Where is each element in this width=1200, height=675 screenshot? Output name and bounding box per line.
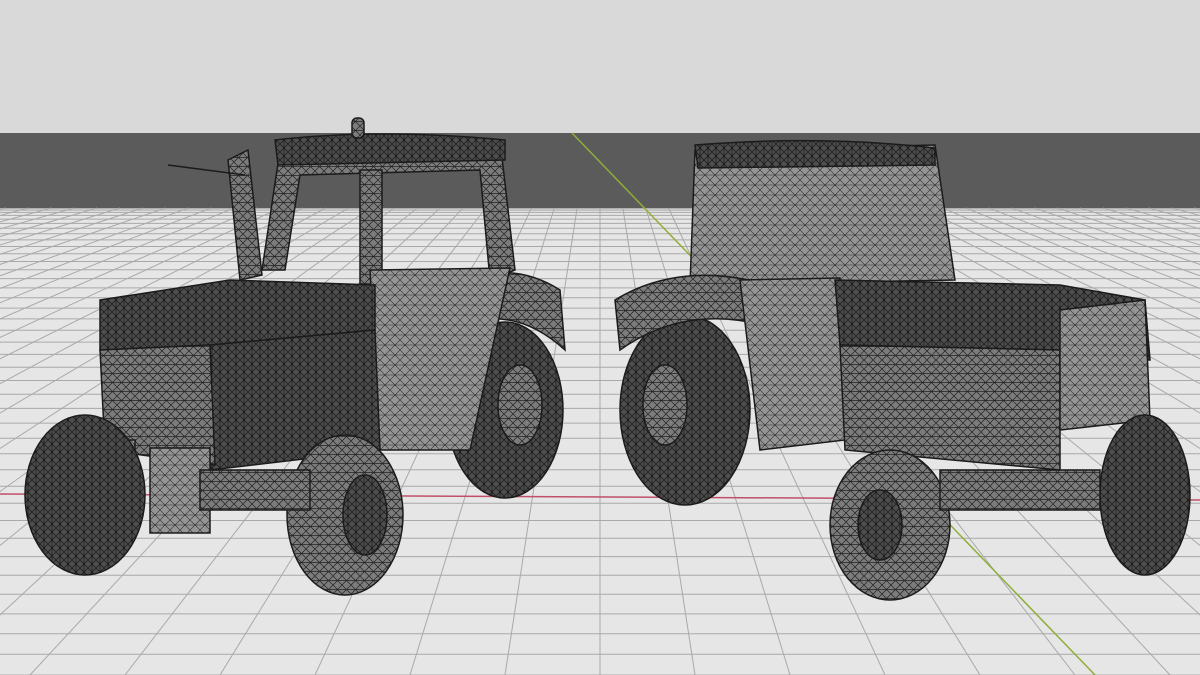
front-axle [199,469,311,511]
front-wheel-hub [342,474,388,556]
3d-viewport[interactable] [0,0,1200,675]
sky [0,0,1200,133]
front-wheel-left [24,414,146,576]
beacon-light [351,117,365,139]
viewport-scene[interactable] [0,0,1200,675]
rear-wheel-hub [497,364,543,446]
front-grille [1059,299,1151,431]
horizon-band [0,133,1200,210]
cab-roof [694,139,936,169]
front-axle [939,469,1101,511]
engine-block [839,344,1061,471]
cab-roof [274,133,506,166]
rear-wheel-hub [642,364,688,446]
front-wheel-right [1099,414,1191,576]
front-wheel-hub [857,489,903,561]
